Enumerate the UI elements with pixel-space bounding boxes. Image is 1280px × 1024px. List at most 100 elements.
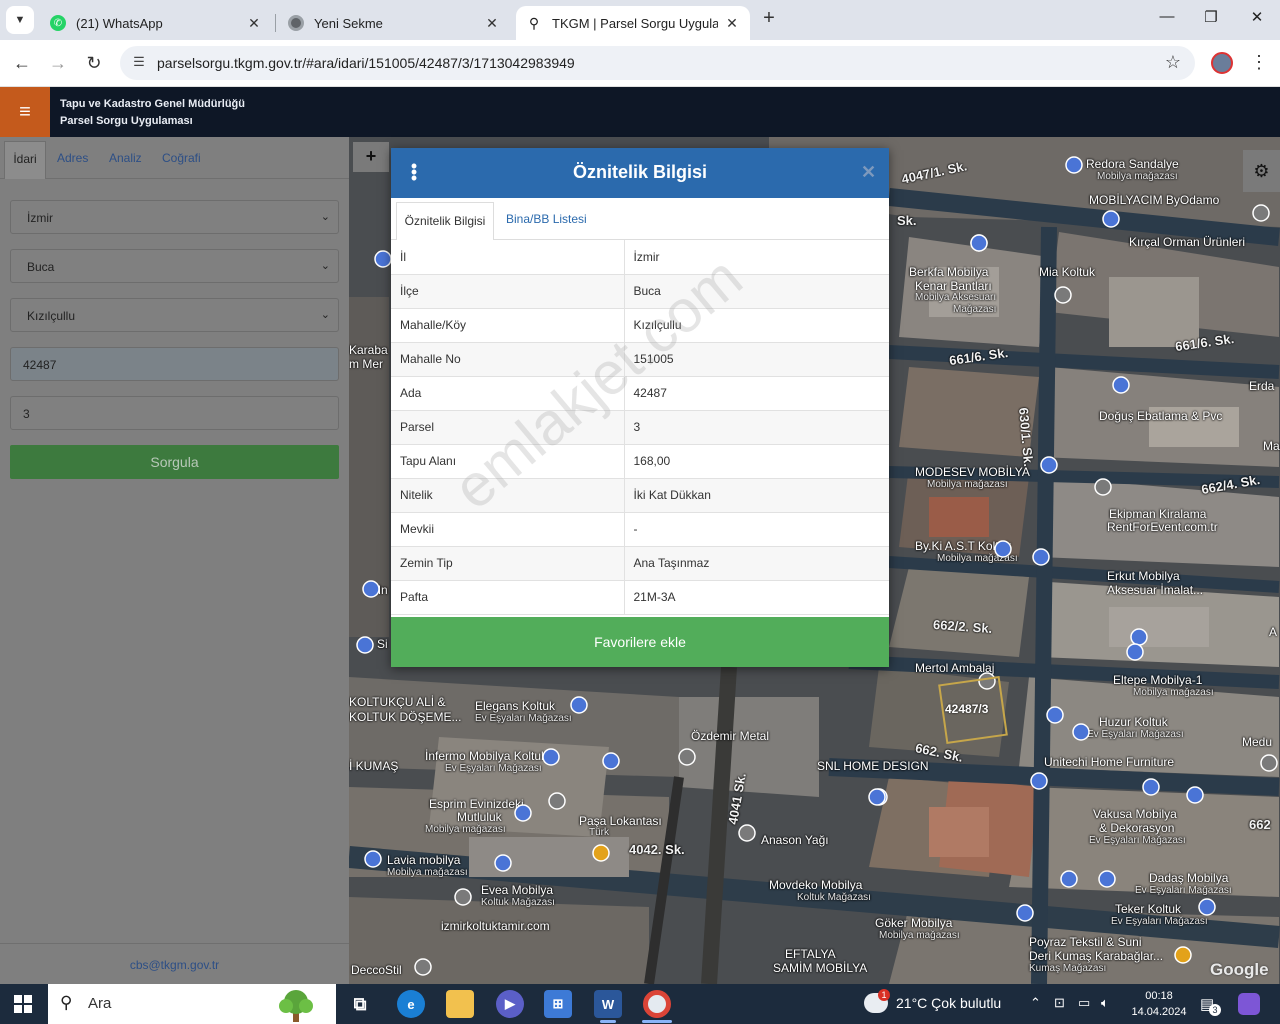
map-label: Ev Eşyaları Mağazası [445, 763, 542, 774]
gear-icon[interactable]: ⚙ [1243, 150, 1280, 192]
back-button[interactable]: ← [10, 52, 34, 76]
map-label: A [1269, 625, 1278, 639]
browser-toolbar: ← → ↻ ☰ parselsorgu.tkgm.gov.tr/#ara/ida… [0, 40, 1280, 87]
row-value: 3 [624, 410, 889, 445]
reload-button[interactable]: ↻ [82, 52, 106, 76]
forward-button[interactable]: → [46, 52, 70, 76]
tab-separator [275, 14, 276, 32]
word-icon[interactable]: W [594, 990, 622, 1018]
table-row: Mevkii - [391, 512, 889, 547]
map-label: Koltuk Mağazası [797, 892, 871, 903]
parsel-input[interactable]: 3 [10, 396, 339, 430]
profile-avatar[interactable] [1211, 52, 1233, 74]
minimize-icon[interactable]: — [1152, 8, 1182, 32]
tab-adres[interactable]: Adres [57, 151, 88, 165]
row-key: Tapu Alanı [391, 444, 625, 479]
app-header: ≡ Tapu ve Kadastro Genel Müdürlüğü Parse… [0, 87, 1280, 137]
browser-menu-icon[interactable]: ⋮ [1250, 52, 1268, 73]
table-row: Mahalle/Köy Kızılçullu [391, 308, 889, 343]
map-label: KOLTUKÇU ALİ & [349, 695, 446, 709]
map-label: Ev Eşyaları Mağazası [1087, 729, 1184, 740]
sorgula-button[interactable]: Sorgula [10, 445, 339, 479]
tab-search-button[interactable]: ▼ [6, 6, 34, 34]
map-label: 662 [1249, 817, 1271, 832]
map-label: MODESEV MOBİLYA [915, 465, 1030, 479]
chrome-taskbar-icon[interactable] [643, 990, 671, 1018]
task-view-icon[interactable]: ⧉ [346, 990, 374, 1018]
map-label: Si [377, 637, 388, 651]
row-value: Ana Taşınmaz [624, 546, 889, 581]
map-label: Paşa Lokantası [579, 814, 662, 828]
system-clock[interactable]: 00:18 14.04.2024 [1128, 988, 1190, 1020]
tab-bina-listesi[interactable]: Bina/BB Listesi [506, 212, 587, 226]
ada-input[interactable]: 42487 [10, 347, 339, 381]
restore-icon[interactable]: ❐ [1196, 8, 1226, 32]
map-label: Sk. [897, 213, 917, 228]
mahalle-select[interactable]: Kızılçullu ⌄ [10, 298, 339, 332]
windows-start-icon[interactable] [14, 995, 32, 1013]
tab-oznitelik-bilgisi[interactable]: Öznitelik Bilgisi [396, 202, 494, 241]
map-label: Redora Sandalye [1086, 157, 1179, 171]
row-key: Ada [391, 376, 625, 411]
close-icon[interactable]: ✕ [861, 162, 876, 183]
map-label: Teker Koltuk [1115, 902, 1182, 916]
ilce-select-value: Buca [27, 260, 55, 274]
map-label: Mobilya mağazası [1133, 687, 1214, 698]
address-bar[interactable]: ☰ parselsorgu.tkgm.gov.tr/#ara/idari/151… [120, 46, 1195, 80]
row-key: Pafta [391, 580, 625, 615]
chevron-up-icon[interactable]: ⌃ [1030, 995, 1041, 1011]
map-label: Mağazası [953, 304, 997, 315]
app-title: Tapu ve Kadastro Genel Müdürlüğü Parsel … [60, 96, 245, 130]
map-label: Mertol Ambalaj [915, 661, 995, 675]
map-label: Aksesuar İmalat... [1107, 583, 1204, 597]
edge-icon[interactable]: e [397, 990, 425, 1018]
attribute-modal: • • • Öznitelik Bilgisi ✕ Öznitelik Bilgis… [391, 148, 889, 667]
notification-count-badge: 3 [1209, 1004, 1221, 1016]
il-select[interactable]: İzmir ⌄ [10, 200, 339, 234]
tab-cografi[interactable]: Coğrafi [162, 151, 201, 165]
tab-idari[interactable]: İdari [4, 141, 46, 179]
url-text[interactable]: parselsorgu.tkgm.gov.tr/#ara/idari/15100… [157, 55, 575, 71]
map-label: Mobilya mağazası [387, 867, 468, 878]
chevron-down-icon: ⌄ [320, 309, 330, 321]
windows-taskbar: ⚲ Ara ⧉ e ▶ ⊞ W 1 21°C Çok bulutlu ⌃ ⊡ ▭… [0, 984, 1280, 1024]
store-icon[interactable]: ⊞ [544, 990, 572, 1018]
tab-analiz[interactable]: Analiz [109, 151, 142, 165]
battery-icon[interactable]: ▭ [1078, 995, 1090, 1011]
window-close-icon[interactable]: ✕ [1242, 8, 1272, 32]
row-key: İl [391, 240, 625, 275]
row-key: Mahalle/Köy [391, 308, 625, 343]
tab-new-tab[interactable]: Yeni Sekme ✕ [278, 6, 510, 40]
close-icon[interactable]: ✕ [246, 15, 262, 32]
weather-text[interactable]: 21°C Çok bulutlu [896, 995, 1001, 1011]
volume-icon[interactable]: 🔈︎ [1101, 995, 1109, 1011]
map-label: Esprim Evinizdeki [429, 797, 524, 811]
row-key: Parsel [391, 410, 625, 445]
map-label: Deri Kumaş Karabağlar... [1029, 949, 1164, 963]
close-icon[interactable]: ✕ [724, 15, 740, 32]
add-favorites-button[interactable]: Favorilere ekle [391, 617, 889, 667]
zoom-in-button[interactable]: + [353, 142, 389, 172]
map-label: DeccoStil [351, 963, 402, 977]
bookmark-star-icon[interactable]: ☆ [1165, 52, 1181, 73]
site-info-icon[interactable]: ☰ [130, 54, 148, 72]
contact-email-link[interactable]: cbs@tkgm.gov.tr [0, 943, 349, 984]
close-icon[interactable]: ✕ [484, 15, 500, 32]
row-value: İki Kat Dükkan [624, 478, 889, 513]
new-tab-button[interactable]: + [758, 8, 780, 30]
network-icon[interactable]: ⊡ [1054, 995, 1065, 1011]
tab-whatsapp[interactable]: ✆ (21) WhatsApp ✕ [40, 6, 272, 40]
map-label: SNL HOME DESIGN [817, 759, 929, 773]
ilce-select[interactable]: Buca ⌄ [10, 249, 339, 283]
copilot-tray-icon[interactable] [1238, 993, 1260, 1015]
row-key: Mahalle No [391, 342, 625, 377]
map-label: Dadaş Mobilya [1149, 871, 1229, 885]
tab-tkgm[interactable]: ⚲ TKGM | Parsel Sorgu Uygulaması ✕ [516, 6, 750, 40]
file-explorer-icon[interactable] [446, 990, 474, 1018]
row-key: İlçe [391, 274, 625, 309]
hamburger-menu-icon[interactable]: ≡ [0, 87, 50, 137]
tab-title: TKGM | Parsel Sorgu Uygulaması [552, 15, 718, 31]
copilot-icon[interactable]: ▶ [496, 990, 524, 1018]
map-label: Mobilya mağazası [1097, 171, 1178, 182]
map-label: SAMİM MOBİLYA [773, 961, 868, 975]
